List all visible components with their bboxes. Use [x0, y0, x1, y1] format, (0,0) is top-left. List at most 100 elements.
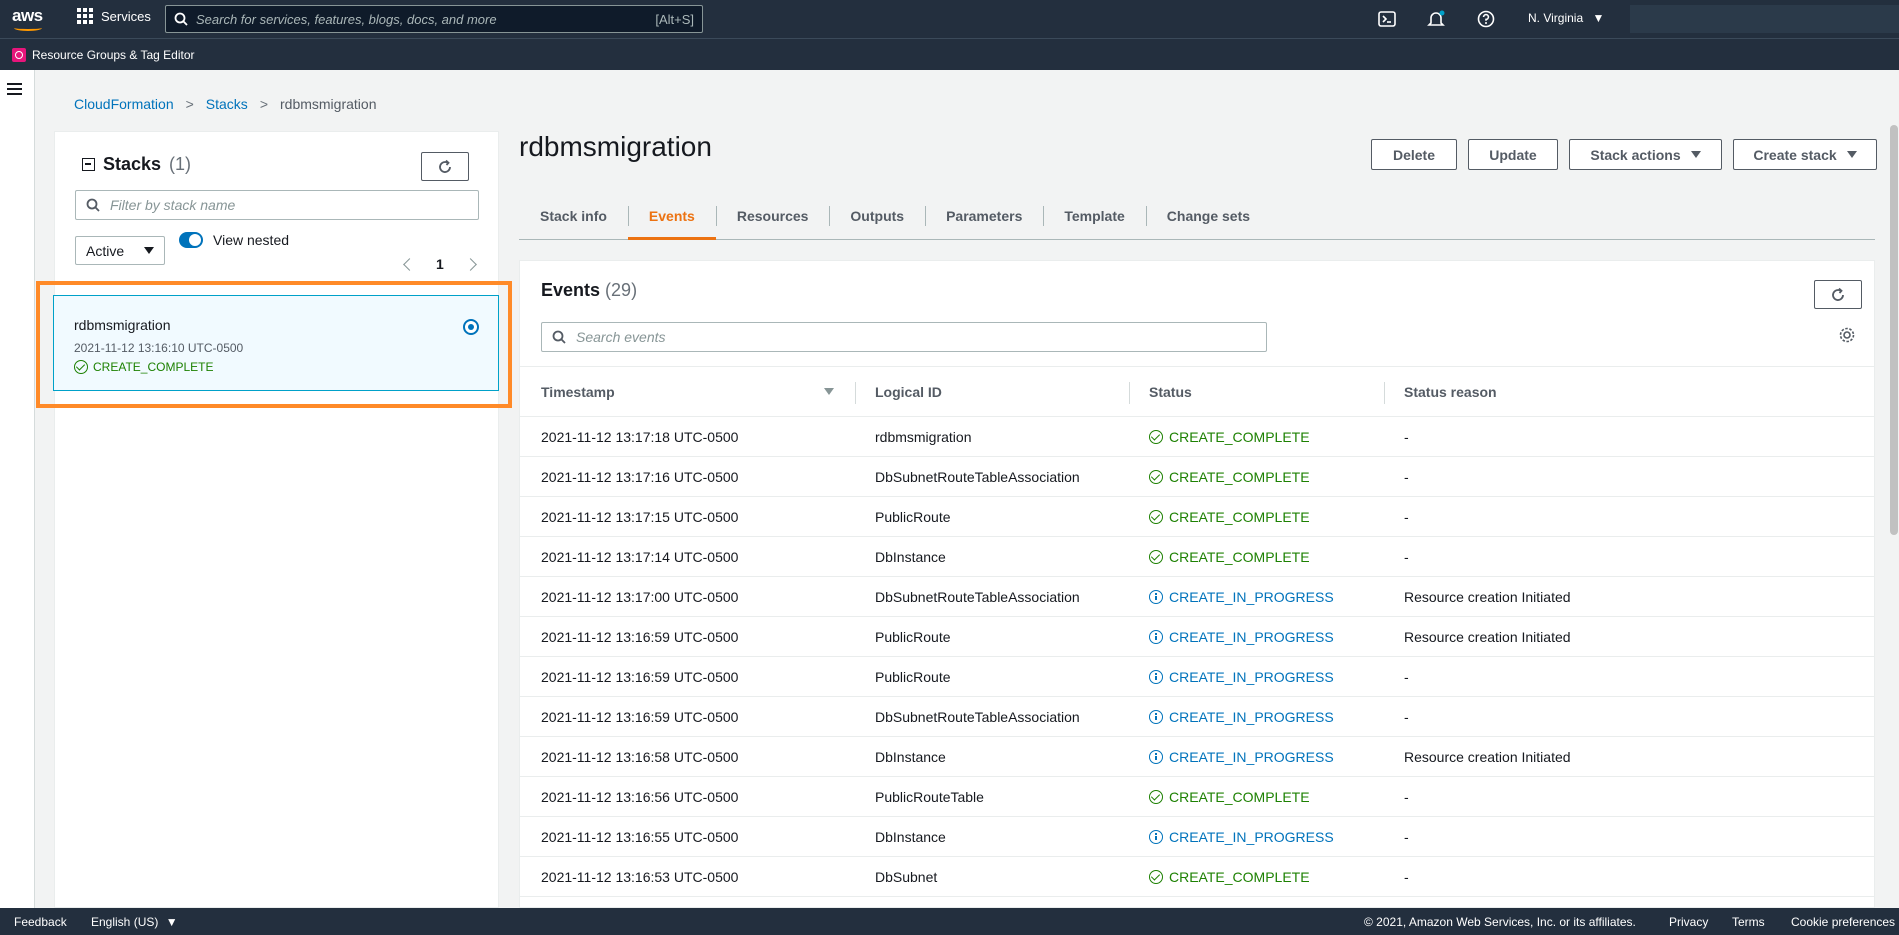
- event-status: CREATE_IN_PROGRESS: [1149, 669, 1334, 685]
- grid-icon: [77, 8, 93, 24]
- chevron-left-icon[interactable]: [403, 257, 416, 271]
- table-row: 2021-11-12 13:16:59 UTC-0500 PublicRoute C…: [520, 657, 1874, 697]
- stack-card[interactable]: rdbmsmigration 2021-11-12 13:16:10 UTC-0…: [53, 295, 499, 391]
- view-nested-label: View nested: [213, 232, 290, 248]
- language-selector[interactable]: English (US) ▼: [91, 915, 178, 929]
- events-table: Timestamp Logical ID Status Status reaso…: [520, 366, 1874, 897]
- favorite-label: Resource Groups & Tag Editor: [32, 47, 195, 62]
- column-divider: [1129, 382, 1130, 404]
- column-timestamp[interactable]: Timestamp: [541, 384, 615, 400]
- global-search-input[interactable]: Search for services, features, blogs, do…: [165, 5, 703, 33]
- event-status: CREATE_COMPLETE: [1149, 509, 1310, 525]
- scrollbar-thumb[interactable]: [1890, 125, 1898, 535]
- menu-hamburger-icon[interactable]: [7, 83, 22, 95]
- create-stack-button[interactable]: Create stack: [1733, 139, 1877, 170]
- chevron-right-icon[interactable]: [463, 257, 477, 271]
- terms-link[interactable]: Terms: [1732, 915, 1765, 929]
- tab-template[interactable]: Template: [1043, 193, 1145, 239]
- caret-down-icon: ▼: [165, 915, 178, 929]
- breadcrumb: CloudFormation > Stacks > rdbmsmigration: [74, 96, 376, 112]
- delete-button[interactable]: Delete: [1371, 139, 1457, 170]
- notifications-bell-icon[interactable]: [1427, 10, 1445, 28]
- services-menu-button[interactable]: Services: [77, 8, 151, 24]
- gear-icon[interactable]: [1838, 326, 1856, 344]
- cloudshell-icon[interactable]: [1378, 10, 1396, 28]
- breadcrumb-stacks[interactable]: Stacks: [206, 96, 248, 112]
- chevron-right-icon: >: [259, 96, 268, 112]
- event-status-reason: -: [1404, 788, 1409, 805]
- table-row: 2021-11-12 13:16:58 UTC-0500 DbInstance CR…: [520, 737, 1874, 777]
- event-status: CREATE_COMPLETE: [1149, 469, 1310, 485]
- stack-actions-button[interactable]: Stack actions: [1569, 139, 1722, 170]
- event-status: CREATE_COMPLETE: [1149, 429, 1310, 445]
- event-status-text: CREATE_COMPLETE: [1169, 428, 1310, 445]
- copyright-text: © 2021, Amazon Web Services, Inc. or its…: [1364, 915, 1636, 929]
- stack-status-select[interactable]: Active: [75, 236, 165, 265]
- table-row: 2021-11-12 13:16:56 UTC-0500 PublicRouteT…: [520, 777, 1874, 817]
- aws-logo[interactable]: aws: [12, 6, 46, 32]
- region-selector[interactable]: N. Virginia ▼: [1528, 11, 1604, 25]
- column-status: Status: [1149, 383, 1192, 400]
- tab-outputs[interactable]: Outputs: [829, 193, 925, 239]
- event-logical-id: PublicRouteTable: [875, 788, 984, 805]
- event-logical-id: DbSubnetRouteTableAssociation: [875, 588, 1080, 605]
- current-page[interactable]: 1: [436, 256, 444, 272]
- event-status-reason: -: [1404, 428, 1409, 445]
- event-timestamp: 2021-11-12 13:17:00 UTC-0500: [541, 588, 739, 605]
- tab-resources[interactable]: Resources: [715, 193, 830, 239]
- event-status-reason: Resource creation Initiated: [1404, 628, 1571, 645]
- stack-detail-tabs: Stack info Events Resources Outputs Para…: [519, 193, 1875, 240]
- status-success-icon: [1149, 509, 1163, 524]
- tab-change-sets[interactable]: Change sets: [1145, 193, 1271, 239]
- tab-stack-info[interactable]: Stack info: [519, 193, 628, 239]
- event-status-text: CREATE_IN_PROGRESS: [1169, 668, 1334, 685]
- event-logical-id: rdbmsmigration: [875, 428, 972, 445]
- event-timestamp: 2021-11-12 13:16:55 UTC-0500: [541, 828, 739, 845]
- events-title-text: Events: [541, 280, 601, 300]
- update-button[interactable]: Update: [1468, 139, 1558, 170]
- page-scrollbar[interactable]: [1889, 120, 1899, 905]
- event-logical-id: DbSubnetRouteTableAssociation: [875, 468, 1080, 485]
- stack-created-time: 2021-11-12 13:16:10 UTC-0500: [74, 341, 244, 355]
- stack-select-radio[interactable]: [463, 319, 479, 335]
- refresh-events-button[interactable]: [1814, 280, 1862, 309]
- delete-label: Delete: [1392, 146, 1436, 163]
- stack-actions-label: Stack actions: [1590, 146, 1681, 163]
- event-status-text: CREATE_COMPLETE: [1169, 868, 1310, 885]
- column-logical-id: Logical ID: [875, 383, 942, 400]
- status-info-icon: [1149, 829, 1163, 844]
- stack-name[interactable]: rdbmsmigration: [74, 317, 170, 333]
- event-status-text: CREATE_IN_PROGRESS: [1169, 748, 1334, 765]
- event-timestamp: 2021-11-12 13:16:56 UTC-0500: [541, 788, 739, 805]
- table-row: 2021-11-12 13:17:00 UTC-0500 DbSubnetRout…: [520, 577, 1874, 617]
- privacy-link[interactable]: Privacy: [1669, 915, 1708, 929]
- event-timestamp: 2021-11-12 13:17:15 UTC-0500: [541, 508, 739, 525]
- breadcrumb-cloudformation[interactable]: CloudFormation: [74, 96, 174, 112]
- column-divider: [855, 382, 856, 404]
- cookie-preferences-link[interactable]: Cookie preferences: [1791, 915, 1895, 929]
- collapse-panel-icon[interactable]: [82, 158, 95, 171]
- favorite-resource-groups[interactable]: Resource Groups & Tag Editor: [12, 47, 195, 62]
- help-icon[interactable]: [1477, 10, 1495, 28]
- event-status-text: CREATE_IN_PROGRESS: [1169, 828, 1334, 845]
- tab-parameters[interactable]: Parameters: [925, 193, 1043, 239]
- favorites-bar: Resource Groups & Tag Editor: [0, 38, 1899, 70]
- status-success-icon: [1149, 869, 1163, 884]
- toggle-switch[interactable]: [179, 232, 203, 248]
- feedback-link[interactable]: Feedback: [14, 915, 67, 929]
- caret-down-icon: ▼: [1592, 11, 1605, 25]
- sort-descending-icon[interactable]: [824, 388, 834, 395]
- events-search-input[interactable]: Search events: [541, 322, 1267, 352]
- global-search-placeholder: Search for services, features, blogs, do…: [196, 11, 497, 27]
- events-title: Events (29): [541, 280, 637, 301]
- refresh-stacks-button[interactable]: [421, 152, 469, 181]
- resource-groups-icon: [12, 47, 26, 62]
- stack-filter-input[interactable]: Filter by stack name: [75, 190, 479, 220]
- table-row: 2021-11-12 13:17:18 UTC-0500 rdbmsmigrati…: [520, 417, 1874, 457]
- account-menu[interactable]: [1630, 5, 1899, 33]
- tab-events[interactable]: Events: [627, 193, 716, 240]
- view-nested-toggle[interactable]: View nested: [179, 232, 289, 248]
- caret-down-icon: [1846, 151, 1857, 158]
- search-icon: [86, 198, 100, 212]
- event-timestamp: 2021-11-12 13:17:14 UTC-0500: [541, 548, 739, 565]
